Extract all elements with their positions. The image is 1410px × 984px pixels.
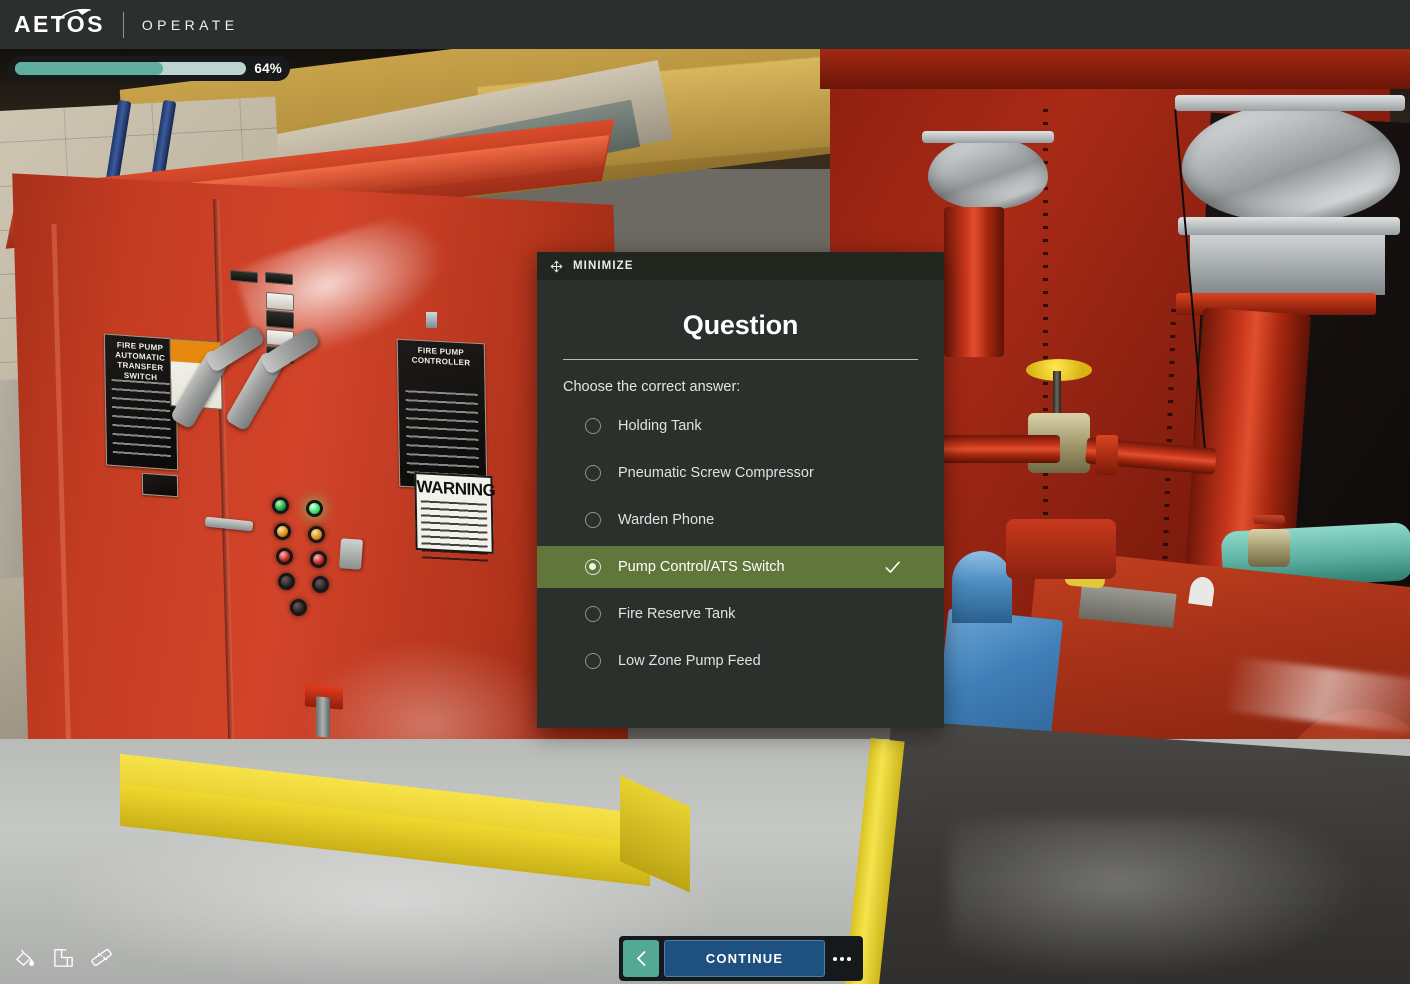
qr-sticker — [426, 312, 437, 328]
teal-valve-handle — [1253, 515, 1285, 524]
answer-option-label: Holding Tank — [618, 418, 702, 434]
floor-dark-sheen — [950, 819, 1370, 979]
answer-option[interactable]: Warden Phone — [563, 499, 918, 541]
valve-body-upper-right — [1182, 104, 1400, 222]
radio-unselected-icon[interactable] — [585, 465, 601, 481]
move-icon[interactable] — [550, 260, 563, 273]
indicator-lamp-red-2 — [310, 551, 327, 568]
progress-bar: 64% — [8, 56, 290, 81]
radio-unselected-icon[interactable] — [585, 606, 601, 622]
ellipsis-dot-1 — [833, 956, 837, 961]
fire-pump-controller-plate: FIRE PUMP CONTROLLER — [396, 338, 488, 492]
minimize-label[interactable]: MINIMIZE — [573, 260, 634, 272]
valve-body-upper-left — [928, 137, 1048, 209]
switch-block-1 — [230, 269, 258, 284]
indicator-lamp-dark-3 — [290, 599, 307, 616]
indicator-lamp-dark-2 — [312, 576, 329, 593]
riser-pipe-red-left — [944, 207, 1004, 357]
answer-option[interactable]: Pump Control/ATS Switch — [537, 546, 944, 588]
back-button[interactable] — [623, 940, 659, 977]
warning-label-box: WARNING — [414, 471, 496, 562]
scene-tools — [14, 946, 113, 969]
answer-option[interactable]: Low Zone Pump Feed — [563, 640, 918, 682]
pipe-coupling-red — [1096, 435, 1118, 475]
ellipsis-dot-3 — [847, 956, 851, 961]
brand-name: AETOS — [14, 8, 105, 38]
branch-pipe-red — [940, 435, 1060, 463]
answer-option-label: Low Zone Pump Feed — [618, 653, 761, 669]
answer-option-label: Pump Control/ATS Switch — [618, 559, 785, 575]
blue-conduit-elbow — [952, 551, 1012, 623]
paint-bucket-icon[interactable] — [14, 946, 37, 969]
measure-tape-icon[interactable] — [90, 946, 113, 969]
progress-track — [15, 62, 247, 75]
indicator-lamp-amber-2 — [308, 526, 325, 543]
answer-option[interactable]: Pneumatic Screw Compressor — [563, 452, 918, 494]
indicator-lamp-amber-1 — [274, 523, 291, 540]
question-modal[interactable]: MINIMIZE Question Choose the correct ans… — [537, 252, 944, 728]
pump-casing-red — [1006, 519, 1116, 579]
modal-body: Question Choose the correct answer: Hold… — [537, 280, 944, 682]
indicator-lamp-green-2 — [306, 500, 323, 517]
aetos-swoosh-icon — [57, 8, 91, 22]
answer-option[interactable]: Holding Tank — [563, 405, 918, 447]
progress-percent-label: 64% — [254, 61, 282, 76]
answer-options-list: Holding Tank Pneumatic Screw Compressor Wa… — [537, 405, 944, 682]
floorplan-icon[interactable] — [52, 946, 75, 969]
warning-label-heading: WARNING — [416, 477, 496, 501]
answer-option-label: Warden Phone — [618, 512, 715, 528]
ellipsis-dot-2 — [840, 956, 844, 961]
warning-label-text — [420, 500, 488, 562]
answer-option[interactable]: Fire Reserve Tank — [563, 593, 918, 635]
switch-block-2 — [265, 271, 293, 286]
answer-option-label: Pneumatic Screw Compressor — [618, 465, 814, 481]
more-options-button[interactable] — [825, 940, 859, 977]
brand-divider — [122, 11, 124, 38]
product-name: OPERATE — [141, 16, 239, 33]
radio-unselected-icon[interactable] — [585, 653, 601, 669]
app-header: AETOS OPERATE — [0, 0, 1410, 49]
cabinet-latch-right[interactable] — [338, 538, 364, 570]
indicator-lamp-dark-1 — [278, 573, 295, 590]
brand-logo[interactable]: AETOS OPERATE — [0, 8, 239, 38]
radio-unselected-icon[interactable] — [585, 418, 601, 434]
fire-pump-controller-plate-title: FIRE PUMP CONTROLLER — [411, 345, 471, 368]
check-icon — [885, 561, 900, 573]
progress-fill — [15, 62, 164, 75]
navigation-toolbar: CONTINUE — [619, 936, 863, 981]
valve-flange-upper-left — [922, 131, 1054, 143]
transfer-switch-plate: FIRE PUMP AUTOMATIC TRANSFER SWITCH — [103, 333, 179, 471]
radio-unselected-icon[interactable] — [585, 512, 601, 528]
switch-block-3 — [266, 291, 294, 312]
modal-prompt: Choose the correct answer: — [563, 379, 741, 395]
modal-title: Question — [682, 310, 799, 340]
valve-flange-bottom-right — [1178, 217, 1400, 235]
switch-block-4 — [266, 309, 294, 330]
continue-button[interactable]: CONTINUE — [664, 940, 825, 977]
radio-selected-icon[interactable] — [585, 559, 601, 575]
indicator-lamp-red-1 — [276, 548, 293, 565]
answer-option-label: Fire Reserve Tank — [618, 606, 736, 622]
modal-divider — [563, 359, 918, 360]
fire-pump-controller-plate-text — [405, 389, 480, 479]
valve-flange-top-right — [1175, 95, 1405, 111]
transfer-switch-plate-title: FIRE PUMP AUTOMATIC TRANSFER SWITCH — [115, 340, 166, 383]
chevron-left-icon — [636, 951, 645, 966]
teal-valve-brass — [1248, 529, 1290, 567]
small-nameplate — [141, 472, 179, 498]
transfer-switch-plate-text — [111, 379, 172, 459]
overhead-red-beam — [820, 49, 1410, 89]
app-root: FIRE PUMP AUTOMATIC TRANSFER SWITCH FIRE … — [0, 0, 1410, 984]
cabinet-red-lever-stem[interactable] — [316, 696, 330, 738]
valve-stem — [1053, 371, 1061, 419]
indicator-lamp-green-1 — [272, 497, 289, 514]
valve-cage-right — [1190, 235, 1385, 295]
modal-header[interactable]: MINIMIZE — [537, 252, 944, 280]
